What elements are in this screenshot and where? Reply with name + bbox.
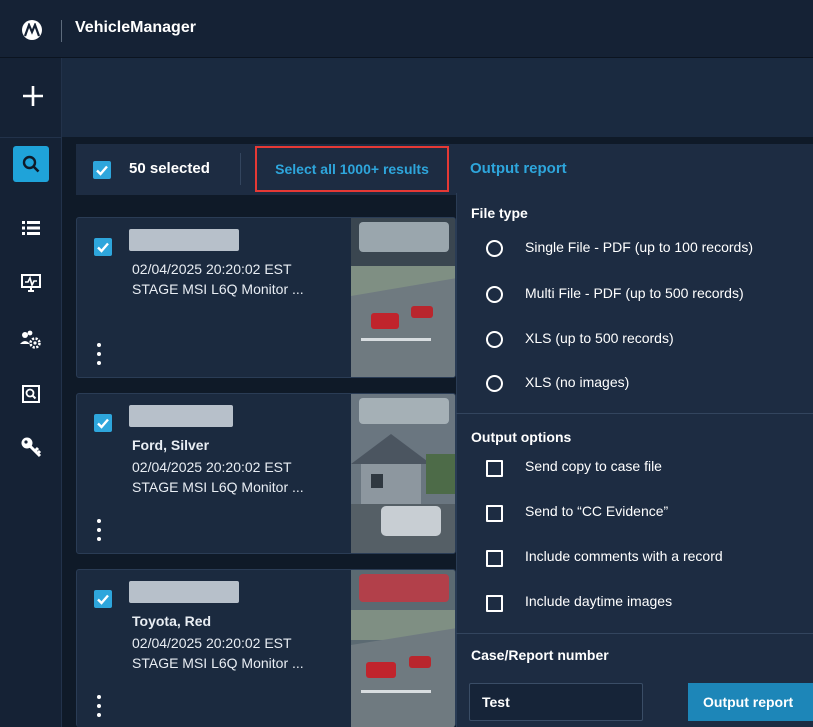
file-type-label-xls[interactable]: XLS (up to 500 records) bbox=[525, 330, 674, 346]
output-report-link[interactable]: Output report bbox=[470, 160, 567, 177]
case-report-number-input[interactable] bbox=[469, 683, 643, 721]
checkmark-icon bbox=[97, 418, 109, 429]
output-report-button[interactable]: Output report bbox=[688, 683, 813, 721]
record-checkbox[interactable] bbox=[94, 414, 112, 432]
send-copy-case-file-label[interactable]: Send copy to case file bbox=[525, 458, 662, 474]
toolbar-separator bbox=[240, 153, 241, 185]
key-icon[interactable] bbox=[16, 432, 46, 462]
select-all-checkbox[interactable] bbox=[93, 161, 111, 179]
motorola-logo-icon bbox=[22, 20, 42, 40]
vehicle-image[interactable] bbox=[351, 570, 455, 727]
app-title: VehicleManager bbox=[75, 19, 196, 36]
checkmark-icon bbox=[97, 594, 109, 605]
file-type-label-single-pdf[interactable]: Single File - PDF (up to 100 records) bbox=[525, 239, 753, 255]
search-icon[interactable] bbox=[13, 146, 49, 182]
send-to-cc-evidence-label[interactable]: Send to “CC Evidence” bbox=[525, 503, 668, 519]
record-card[interactable]: 02/04/2025 20:20:02 EST STAGE MSI L6Q Mo… bbox=[76, 217, 456, 378]
output-options-heading: Output options bbox=[471, 429, 572, 445]
vehicle-image[interactable] bbox=[351, 218, 455, 377]
file-type-label-multi-pdf[interactable]: Multi File - PDF (up to 500 records) bbox=[525, 285, 744, 301]
panel-divider bbox=[456, 413, 813, 414]
checkmark-icon bbox=[97, 242, 109, 253]
file-type-label-xls-no-images[interactable]: XLS (no images) bbox=[525, 374, 629, 390]
file-type-radio-multi-pdf[interactable] bbox=[486, 286, 503, 303]
redacted-plate bbox=[129, 581, 239, 603]
record-vehicle: Ford, Silver bbox=[132, 437, 210, 453]
record-card[interactable]: Toyota, Red 02/04/2025 20:20:02 EST STAG… bbox=[76, 569, 456, 727]
users-gear-icon[interactable] bbox=[16, 325, 46, 355]
rail-divider bbox=[61, 58, 62, 727]
include-comments-checkbox[interactable] bbox=[486, 550, 503, 567]
selected-count: 50 selected bbox=[129, 160, 210, 177]
select-all-results-link[interactable]: Select all 1000+ results bbox=[255, 146, 449, 192]
record-vehicle: Toyota, Red bbox=[132, 613, 212, 629]
file-type-radio-xls-no-images[interactable] bbox=[486, 375, 503, 392]
redacted-plate bbox=[129, 229, 239, 251]
include-daytime-images-label[interactable]: Include daytime images bbox=[525, 593, 672, 609]
add-icon[interactable] bbox=[21, 84, 45, 108]
send-to-cc-evidence-checkbox[interactable] bbox=[486, 505, 503, 522]
include-daytime-images-checkbox[interactable] bbox=[486, 595, 503, 612]
search-document-icon[interactable] bbox=[16, 379, 46, 409]
record-card[interactable]: Ford, Silver 02/04/2025 20:20:02 EST STA… bbox=[76, 393, 456, 554]
monitor-icon[interactable] bbox=[16, 268, 46, 298]
file-type-radio-xls[interactable] bbox=[486, 331, 503, 348]
top-band bbox=[62, 58, 813, 137]
panel-divider bbox=[456, 633, 813, 634]
file-type-radio-single-pdf[interactable] bbox=[486, 240, 503, 257]
record-checkbox[interactable] bbox=[94, 238, 112, 256]
title-separator bbox=[61, 20, 62, 42]
checkmark-icon bbox=[96, 165, 108, 176]
record-checkbox[interactable] bbox=[94, 590, 112, 608]
more-options-icon[interactable] bbox=[97, 343, 103, 365]
file-type-heading: File type bbox=[471, 205, 528, 221]
record-source: STAGE MSI L6Q Monitor ... bbox=[132, 479, 304, 495]
record-timestamp: 02/04/2025 20:20:02 EST bbox=[132, 261, 292, 277]
record-timestamp: 02/04/2025 20:20:02 EST bbox=[132, 635, 292, 651]
case-report-heading: Case/Report number bbox=[471, 647, 609, 663]
vehicle-image[interactable] bbox=[351, 394, 455, 553]
more-options-icon[interactable] bbox=[97, 695, 103, 717]
list-icon[interactable] bbox=[16, 213, 46, 243]
send-copy-case-file-checkbox[interactable] bbox=[486, 460, 503, 477]
record-source: STAGE MSI L6Q Monitor ... bbox=[132, 281, 304, 297]
include-comments-label[interactable]: Include comments with a record bbox=[525, 548, 723, 564]
redacted-plate bbox=[129, 405, 233, 427]
rail-separator bbox=[0, 137, 62, 138]
record-timestamp: 02/04/2025 20:20:02 EST bbox=[132, 459, 292, 475]
record-source: STAGE MSI L6Q Monitor ... bbox=[132, 655, 304, 671]
more-options-icon[interactable] bbox=[97, 519, 103, 541]
